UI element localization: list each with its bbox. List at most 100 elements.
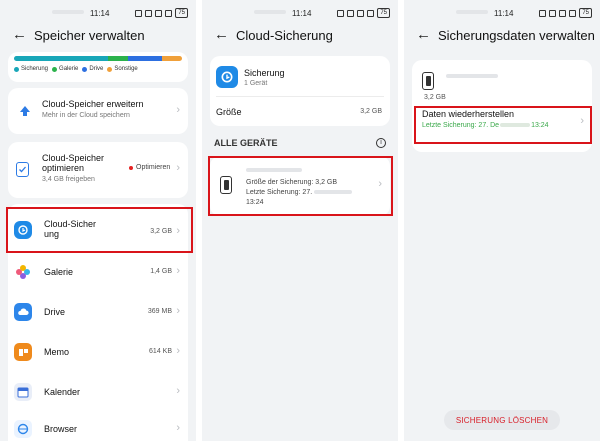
blurred-device-name	[446, 74, 498, 78]
back-arrow-icon[interactable]: ←	[214, 27, 236, 43]
wifi-icon	[559, 9, 567, 17]
chevron-right-icon: ›	[176, 265, 180, 277]
section-all-devices: ALLE GERÄTE	[214, 138, 278, 148]
vibrate-icon	[337, 9, 345, 17]
status-bar: 11:14 75	[404, 0, 600, 22]
battery-icon: 75	[175, 8, 188, 18]
vibrate-icon	[135, 9, 143, 17]
chevron-right-icon: ›	[176, 345, 180, 357]
legend-label: Galerie	[59, 66, 79, 72]
chevron-right-icon: ›	[176, 422, 180, 434]
bar-segment-sicherung	[14, 56, 109, 61]
status-time: 11:14	[90, 9, 110, 18]
bar-segment-sonstige	[161, 56, 182, 61]
highlight-box	[414, 106, 592, 144]
battery-icon: 75	[377, 8, 390, 18]
status-icons: 75	[135, 8, 188, 18]
legend-item: Sonstige	[107, 66, 138, 72]
memo-icon	[14, 343, 32, 361]
clipboard-check-icon	[16, 162, 29, 177]
nfc-icon	[549, 9, 557, 17]
phone-icon	[422, 72, 434, 90]
legend-dot-icon	[107, 66, 113, 72]
optimize-badge: Optimieren	[136, 164, 171, 171]
list-item-galerie[interactable]: Galerie 1,4 GB ›	[8, 252, 188, 292]
size-value: 3,2 GB	[360, 108, 382, 115]
blurred-carrier	[456, 10, 488, 14]
expand-texts: Cloud-Speicher erweitern Mehr in der Clo…	[42, 99, 144, 119]
chevron-right-icon: ›	[176, 162, 180, 174]
backup-summary-card: Sicherung 1 Gerät Größe 3,2 GB	[210, 56, 390, 126]
screenshot-collage: 11:14 75 ← Speicher verwalten Sicherung	[0, 0, 600, 441]
calendar-icon	[14, 383, 32, 401]
browser-icon	[14, 420, 32, 438]
list-item-browser[interactable]: Browser ›	[8, 412, 188, 441]
list-item-drive[interactable]: Drive 369 MB ›	[8, 292, 188, 332]
nfc-icon	[145, 9, 153, 17]
back-arrow-icon[interactable]: ←	[416, 27, 438, 43]
optimize-title-line2: optimieren	[42, 163, 85, 173]
highlight-box	[6, 207, 193, 253]
header: ← Sicherungsdaten verwalten	[404, 22, 600, 48]
expand-storage-card[interactable]: Cloud-Speicher erweitern Mehr in der Clo…	[8, 88, 188, 134]
storage-summary-card: Sicherung Galerie Drive Sonstige	[8, 52, 188, 82]
signal-icon	[165, 9, 173, 17]
wifi-icon	[357, 9, 365, 17]
bar-segment-drive	[128, 56, 162, 61]
backup-size: 3,2 GB	[424, 94, 446, 101]
item-label: Kalender	[44, 387, 81, 397]
size-label: Größe	[216, 107, 242, 117]
header: ← Speicher verwalten	[0, 22, 196, 48]
status-bar: 11:14 75	[0, 0, 196, 22]
screen-storage-manage: 11:14 75 ← Speicher verwalten Sicherung	[0, 0, 196, 441]
backup-device-count: 1 Gerät	[244, 80, 268, 87]
storage-legend: Sicherung Galerie Drive Sonstige	[14, 66, 184, 72]
legend-item: Galerie	[52, 66, 78, 72]
optimize-storage-card[interactable]: Cloud-Speicher optimieren 3,4 GB freigeb…	[8, 142, 188, 198]
signal-icon	[367, 9, 375, 17]
item-label: Drive	[44, 307, 66, 317]
list-item-kalender[interactable]: Kalender ›	[8, 372, 188, 412]
screen-cloud-backup: 11:14 75 ← Cloud-Sicherung Sicherung 1 G…	[202, 0, 398, 441]
status-time: 11:14	[292, 9, 312, 18]
battery-icon: 75	[579, 8, 592, 18]
status-icons: 75	[337, 8, 390, 18]
screen-backup-data-manage: 11:14 75 ← Sicherungsdaten verwalten 3,2…	[404, 0, 600, 441]
status-bar: 11:14 75	[202, 0, 398, 22]
page-title: Sicherungsdaten verwalten	[438, 27, 595, 43]
vibrate-icon	[539, 9, 547, 17]
page-title: Cloud-Sicherung	[236, 27, 333, 43]
item-label: Galerie	[44, 267, 74, 277]
item-label: Browser	[44, 424, 78, 434]
backup-texts: Sicherung 1 Gerät	[244, 68, 285, 87]
list-item-memo[interactable]: Memo 614 KB ›	[8, 332, 188, 372]
blurred-carrier	[52, 10, 84, 14]
legend-dot-icon	[52, 66, 58, 72]
delete-backup-button[interactable]: SICHERUNG LÖSCHEN	[444, 410, 560, 430]
back-arrow-icon[interactable]: ←	[12, 27, 34, 43]
legend-label: Drive	[89, 66, 104, 72]
page-title: Speicher verwalten	[34, 27, 145, 43]
chevron-right-icon: ›	[176, 385, 180, 397]
expand-title: Cloud-Speicher erweitern	[42, 99, 144, 109]
item-size: 1,4 GB	[150, 268, 172, 275]
blurred-carrier	[254, 10, 286, 14]
bar-segment-galerie	[108, 56, 129, 61]
gallery-flower-icon	[14, 263, 32, 281]
backup-title: Sicherung	[244, 68, 285, 78]
item-size: 614 KB	[149, 348, 172, 355]
storage-usage-bar	[14, 56, 182, 61]
status-time: 11:14	[494, 9, 514, 18]
highlight-box	[208, 156, 393, 216]
legend-label: Sicherung	[21, 66, 49, 72]
legend-item: Sicherung	[14, 66, 48, 72]
wifi-icon	[155, 9, 163, 17]
header: ← Cloud-Sicherung	[202, 22, 398, 48]
legend-dot-icon	[14, 66, 19, 72]
legend-label: Sonstige	[114, 66, 138, 72]
info-icon[interactable]: i	[376, 138, 386, 148]
expand-subtitle: Mehr in der Cloud speichern	[42, 112, 130, 119]
item-size: 369 MB	[147, 308, 172, 315]
optimize-title-line1: Cloud-Speicher	[42, 153, 105, 163]
legend-item: Drive	[82, 66, 103, 72]
